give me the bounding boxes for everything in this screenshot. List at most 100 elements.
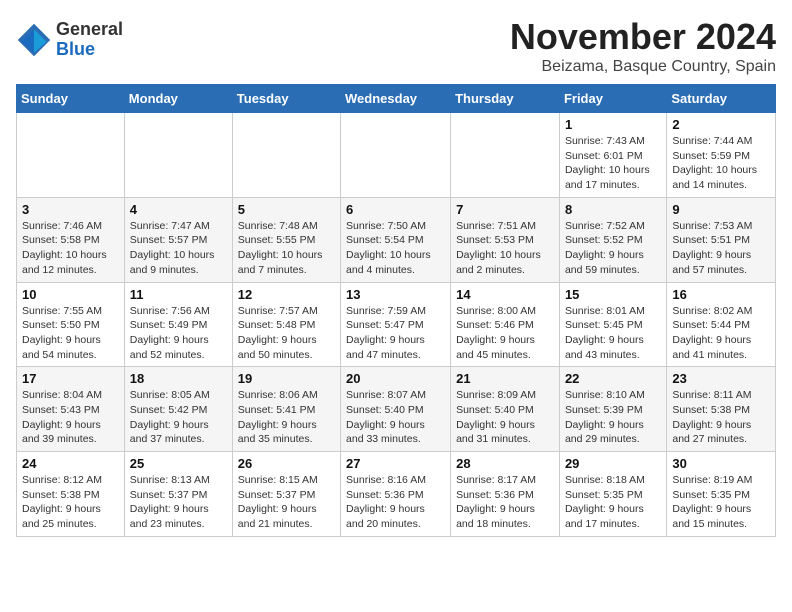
day-info: Sunrise: 8:17 AMSunset: 5:36 PMDaylight:…	[456, 473, 554, 532]
location-title: Beizama, Basque Country, Spain	[510, 58, 776, 76]
logo-icon	[16, 22, 52, 58]
weekday-header-tuesday: Tuesday	[232, 85, 340, 113]
calendar-cell: 26 Sunrise: 8:15 AMSunset: 5:37 PMDayligh…	[232, 452, 340, 537]
calendar-cell: 15Sunrise: 8:01 AMSunset: 5:45 PMDayligh…	[559, 282, 666, 367]
calendar-cell: 8 Sunrise: 7:52 AMSunset: 5:52 PMDaylight…	[559, 197, 666, 282]
page-header: General Blue November 2024 Beizama, Basq…	[16, 16, 776, 76]
calendar-cell: 21 Sunrise: 8:09 AMSunset: 5:40 PMDayligh…	[451, 367, 560, 452]
week-row-4: 17 Sunrise: 8:04 AMSunset: 5:43 PMDayligh…	[17, 367, 776, 452]
day-number: 18	[130, 371, 227, 386]
day-info: Sunrise: 8:02 AMSunset: 5:44 PMDaylight:…	[672, 304, 770, 363]
day-info: Sunrise: 7:43 AMSunset: 6:01 PMDaylight:…	[565, 134, 661, 193]
week-row-5: 24Sunrise: 8:12 AMSunset: 5:38 PMDayligh…	[17, 452, 776, 537]
calendar-cell: 2 Sunrise: 7:44 AMSunset: 5:59 PMDaylight…	[667, 113, 776, 198]
day-info: Sunrise: 8:10 AMSunset: 5:39 PMDaylight:…	[565, 388, 661, 447]
day-number: 16	[672, 287, 770, 302]
calendar-cell	[232, 113, 340, 198]
day-info: Sunrise: 8:07 AMSunset: 5:40 PMDaylight:…	[346, 388, 445, 447]
calendar-cell: 19Sunrise: 8:06 AMSunset: 5:41 PMDayligh…	[232, 367, 340, 452]
calendar-cell: 9 Sunrise: 7:53 AMSunset: 5:51 PMDaylight…	[667, 197, 776, 282]
day-info: Sunrise: 8:01 AMSunset: 5:45 PMDaylight:…	[565, 304, 661, 363]
calendar-cell: 24Sunrise: 8:12 AMSunset: 5:38 PMDayligh…	[17, 452, 125, 537]
weekday-header-saturday: Saturday	[667, 85, 776, 113]
day-info: Sunrise: 8:16 AMSunset: 5:36 PMDaylight:…	[346, 473, 445, 532]
day-info: Sunrise: 7:48 AMSunset: 5:55 PMDaylight:…	[238, 219, 335, 278]
day-info: Sunrise: 7:53 AMSunset: 5:51 PMDaylight:…	[672, 219, 770, 278]
calendar-cell: 5 Sunrise: 7:48 AMSunset: 5:55 PMDaylight…	[232, 197, 340, 282]
day-number: 11	[130, 287, 227, 302]
day-number: 5	[238, 202, 335, 217]
calendar-cell: 29 Sunrise: 8:18 AMSunset: 5:35 PMDayligh…	[559, 452, 666, 537]
day-number: 14	[456, 287, 554, 302]
day-number: 21	[456, 371, 554, 386]
day-info: Sunrise: 7:46 AMSunset: 5:58 PMDaylight:…	[22, 219, 119, 278]
day-number: 23	[672, 371, 770, 386]
week-row-1: 1 Sunrise: 7:43 AMSunset: 6:01 PMDaylight…	[17, 113, 776, 198]
day-info: Sunrise: 8:15 AMSunset: 5:37 PMDaylight:…	[238, 473, 335, 532]
day-info: Sunrise: 7:59 AMSunset: 5:47 PMDaylight:…	[346, 304, 445, 363]
day-info: Sunrise: 7:50 AMSunset: 5:54 PMDaylight:…	[346, 219, 445, 278]
calendar-cell: 4 Sunrise: 7:47 AMSunset: 5:57 PMDaylight…	[124, 197, 232, 282]
day-number: 7	[456, 202, 554, 217]
logo-blue: Blue	[56, 40, 123, 60]
calendar-cell: 23 Sunrise: 8:11 AMSunset: 5:38 PMDayligh…	[667, 367, 776, 452]
calendar-cell: 16 Sunrise: 8:02 AMSunset: 5:44 PMDayligh…	[667, 282, 776, 367]
day-info: Sunrise: 8:06 AMSunset: 5:41 PMDaylight:…	[238, 388, 335, 447]
calendar-cell: 27 Sunrise: 8:16 AMSunset: 5:36 PMDayligh…	[341, 452, 451, 537]
day-info: Sunrise: 8:05 AMSunset: 5:42 PMDaylight:…	[130, 388, 227, 447]
calendar-cell: 6 Sunrise: 7:50 AMSunset: 5:54 PMDaylight…	[341, 197, 451, 282]
day-number: 28	[456, 456, 554, 471]
day-info: Sunrise: 8:00 AMSunset: 5:46 PMDaylight:…	[456, 304, 554, 363]
day-info: Sunrise: 7:47 AMSunset: 5:57 PMDaylight:…	[130, 219, 227, 278]
day-number: 22	[565, 371, 661, 386]
day-number: 13	[346, 287, 445, 302]
day-number: 30	[672, 456, 770, 471]
calendar-cell: 14 Sunrise: 8:00 AMSunset: 5:46 PMDayligh…	[451, 282, 560, 367]
logo-text: General Blue	[56, 20, 123, 60]
calendar-cell	[341, 113, 451, 198]
weekday-header-wednesday: Wednesday	[341, 85, 451, 113]
month-title: November 2024	[510, 16, 776, 58]
day-info: Sunrise: 7:51 AMSunset: 5:53 PMDaylight:…	[456, 219, 554, 278]
week-row-3: 10Sunrise: 7:55 AMSunset: 5:50 PMDayligh…	[17, 282, 776, 367]
day-number: 3	[22, 202, 119, 217]
day-info: Sunrise: 7:56 AMSunset: 5:49 PMDaylight:…	[130, 304, 227, 363]
day-number: 25	[130, 456, 227, 471]
day-number: 4	[130, 202, 227, 217]
day-number: 12	[238, 287, 335, 302]
day-number: 26	[238, 456, 335, 471]
day-number: 8	[565, 202, 661, 217]
calendar-cell: 10Sunrise: 7:55 AMSunset: 5:50 PMDayligh…	[17, 282, 125, 367]
day-number: 24	[22, 456, 119, 471]
calendar-cell: 3 Sunrise: 7:46 AMSunset: 5:58 PMDaylight…	[17, 197, 125, 282]
calendar-cell: 25 Sunrise: 8:13 AMSunset: 5:37 PMDayligh…	[124, 452, 232, 537]
calendar-cell	[451, 113, 560, 198]
calendar-table: SundayMondayTuesdayWednesdayThursdayFrid…	[16, 84, 776, 537]
title-block: November 2024 Beizama, Basque Country, S…	[510, 16, 776, 76]
day-info: Sunrise: 8:04 AMSunset: 5:43 PMDaylight:…	[22, 388, 119, 447]
day-number: 1	[565, 117, 661, 132]
calendar-cell	[17, 113, 125, 198]
day-info: Sunrise: 8:09 AMSunset: 5:40 PMDaylight:…	[456, 388, 554, 447]
day-info: Sunrise: 8:13 AMSunset: 5:37 PMDaylight:…	[130, 473, 227, 532]
day-number: 9	[672, 202, 770, 217]
day-number: 17	[22, 371, 119, 386]
day-info: Sunrise: 8:11 AMSunset: 5:38 PMDaylight:…	[672, 388, 770, 447]
day-number: 27	[346, 456, 445, 471]
weekday-header-sunday: Sunday	[17, 85, 125, 113]
weekday-header-row: SundayMondayTuesdayWednesdayThursdayFrid…	[17, 85, 776, 113]
day-info: Sunrise: 7:44 AMSunset: 5:59 PMDaylight:…	[672, 134, 770, 193]
calendar-cell: 1 Sunrise: 7:43 AMSunset: 6:01 PMDaylight…	[559, 113, 666, 198]
day-number: 6	[346, 202, 445, 217]
calendar-cell: 20Sunrise: 8:07 AMSunset: 5:40 PMDayligh…	[341, 367, 451, 452]
day-number: 29	[565, 456, 661, 471]
day-info: Sunrise: 8:19 AMSunset: 5:35 PMDaylight:…	[672, 473, 770, 532]
weekday-header-thursday: Thursday	[451, 85, 560, 113]
calendar-cell: 30 Sunrise: 8:19 AMSunset: 5:35 PMDayligh…	[667, 452, 776, 537]
day-info: Sunrise: 7:55 AMSunset: 5:50 PMDaylight:…	[22, 304, 119, 363]
day-number: 2	[672, 117, 770, 132]
day-info: Sunrise: 8:18 AMSunset: 5:35 PMDaylight:…	[565, 473, 661, 532]
calendar-cell: 28 Sunrise: 8:17 AMSunset: 5:36 PMDayligh…	[451, 452, 560, 537]
logo: General Blue	[16, 20, 123, 60]
day-info: Sunrise: 7:52 AMSunset: 5:52 PMDaylight:…	[565, 219, 661, 278]
